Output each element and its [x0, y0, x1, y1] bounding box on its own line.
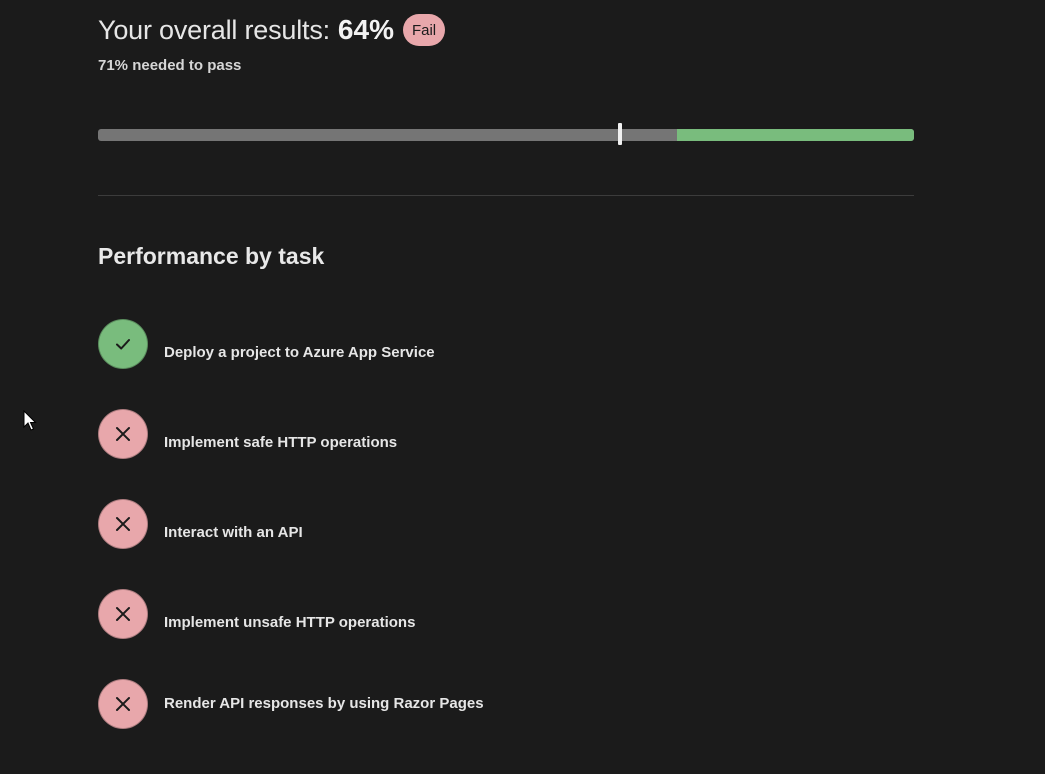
task-item: Implement unsafe HTTP operations [98, 589, 898, 639]
x-icon [116, 427, 130, 441]
task-label: Interact with an API [164, 524, 303, 541]
task-item: Render API responses by using Razor Page… [98, 679, 898, 729]
task-status [98, 679, 148, 729]
score-marker [618, 123, 623, 145]
x-icon [116, 607, 130, 621]
task-status [98, 319, 148, 369]
x-icon [116, 517, 130, 531]
task-status [98, 589, 148, 639]
results-header: Your overall results: 64% Fail [98, 14, 446, 46]
divider [98, 195, 914, 196]
overall-score: 64% [337, 14, 394, 45]
status-badge: Fail [402, 14, 446, 46]
progress-track [98, 129, 914, 141]
mouse-cursor-icon [23, 410, 37, 431]
check-icon [116, 339, 130, 350]
task-item: Interact with an API [98, 499, 898, 549]
results-title: Your overall results: [98, 14, 330, 45]
task-label: Deploy a project to Azure App Service [164, 344, 435, 361]
task-item: Deploy a project to Azure App Service [98, 319, 898, 369]
section-title: Performance by task [98, 243, 325, 269]
task-label: Implement safe HTTP operations [164, 434, 398, 451]
progress-pass-zone [677, 129, 914, 141]
results-page: Your overall results: 64% Fail 71% neede… [0, 0, 1045, 774]
score-progress-bar [98, 123, 914, 145]
task-status [98, 499, 148, 549]
task-status [98, 409, 148, 459]
task-label: Implement unsafe HTTP operations [164, 614, 416, 631]
x-icon [116, 697, 130, 711]
task-item: Implement safe HTTP operations [98, 409, 898, 459]
pass-threshold-note: 71% needed to pass [98, 57, 242, 74]
task-label: Render API responses by using Razor Page… [164, 695, 484, 712]
